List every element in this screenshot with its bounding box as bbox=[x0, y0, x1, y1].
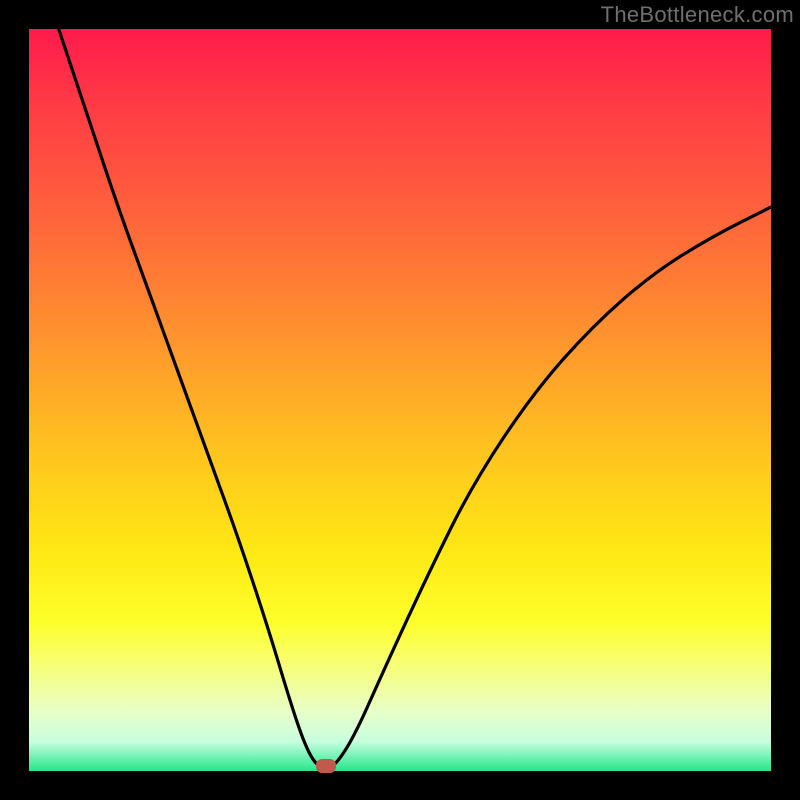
bottleneck-curve bbox=[29, 29, 771, 771]
watermark-text: TheBottleneck.com bbox=[601, 2, 794, 28]
optimum-marker bbox=[316, 759, 336, 773]
chart-frame bbox=[29, 29, 771, 771]
